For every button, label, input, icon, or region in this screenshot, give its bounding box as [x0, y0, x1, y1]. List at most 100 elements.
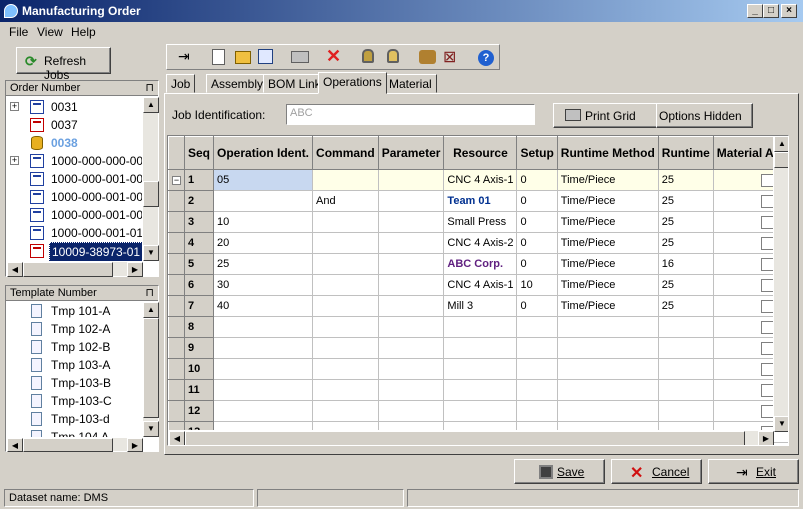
template-item[interactable]: Tmp 101-A	[6, 302, 142, 320]
table-row[interactable]: 11	[168, 379, 788, 401]
param-cell[interactable]	[377, 253, 445, 275]
order-hscroll[interactable]: ◀ ▶	[6, 261, 143, 277]
row-header[interactable]: −	[168, 169, 185, 191]
menu-help[interactable]: Help	[71, 25, 96, 39]
table-row[interactable]: 2 And Team 01 0 Time/Piece 25	[168, 190, 788, 212]
template-item[interactable]: Tmp-103-d	[6, 410, 142, 428]
material-available-checkbox[interactable]	[760, 194, 774, 208]
row-header[interactable]	[168, 232, 185, 254]
save-button[interactable]: Save	[514, 459, 605, 484]
material-available-checkbox[interactable]	[760, 320, 774, 334]
param-cell[interactable]	[377, 358, 445, 380]
exit-button[interactable]: ⇥ Exit	[708, 459, 799, 484]
cancel-button[interactable]: ✕ Cancel	[611, 459, 702, 484]
maximize-button[interactable]: □	[763, 4, 779, 18]
order-item[interactable]: 1000-000-001-010	[6, 224, 142, 242]
template-item[interactable]: Tmp 102-B	[6, 338, 142, 356]
cmd-cell[interactable]	[312, 295, 379, 317]
method-cell[interactable]: Time/Piece	[556, 295, 659, 317]
row-header[interactable]	[168, 274, 185, 296]
order-item[interactable]: 0038	[6, 134, 142, 152]
op-cell[interactable]: 05	[213, 169, 314, 191]
seq-cell[interactable]: 10	[183, 358, 215, 380]
row-header[interactable]	[168, 379, 185, 401]
res-cell[interactable]: CNC 4 Axis-2	[443, 232, 518, 254]
method-cell[interactable]: Time/Piece	[556, 232, 659, 254]
order-item[interactable]: 1000-000-001-001	[6, 170, 142, 188]
tab-assembly[interactable]: Assembly	[206, 74, 269, 93]
row-header[interactable]	[168, 190, 185, 212]
method-cell[interactable]	[556, 337, 659, 359]
param-cell[interactable]	[377, 400, 445, 422]
seq-cell[interactable]: 5	[183, 253, 215, 275]
res-cell[interactable]	[443, 358, 518, 380]
cmd-cell[interactable]: And	[312, 190, 379, 212]
runtime-cell[interactable]	[657, 400, 714, 422]
minimize-button[interactable]: _	[747, 4, 763, 18]
runtime-cell[interactable]	[657, 358, 714, 380]
row-header[interactable]	[168, 295, 185, 317]
param-cell[interactable]	[377, 232, 445, 254]
cmd-cell[interactable]	[312, 379, 379, 401]
order-item-selected[interactable]: 10009-38973-01	[6, 242, 142, 261]
tab-job[interactable]: Job	[166, 74, 196, 93]
runtime-cell[interactable]: 25	[657, 232, 714, 254]
cmd-cell[interactable]	[312, 169, 379, 191]
material-available-checkbox[interactable]	[760, 362, 774, 376]
material-available-checkbox[interactable]	[760, 278, 774, 292]
row-header[interactable]	[168, 400, 185, 422]
op-cell[interactable]: 10	[213, 211, 314, 233]
op-cell[interactable]	[213, 316, 314, 338]
method-cell[interactable]	[556, 379, 659, 401]
seq-cell[interactable]: 6	[183, 274, 215, 296]
col-runtime[interactable]: Runtime	[657, 136, 714, 170]
col-operation-ident[interactable]: Operation Ident.	[213, 136, 314, 170]
setup-cell[interactable]	[516, 400, 558, 422]
runtime-cell[interactable]: 25	[657, 274, 714, 296]
op-cell[interactable]	[213, 358, 314, 380]
table-row[interactable]: 10	[168, 358, 788, 380]
copy-icon[interactable]	[258, 49, 273, 64]
setup-cell[interactable]	[516, 337, 558, 359]
setup-cell[interactable]	[516, 358, 558, 380]
seq-cell[interactable]: 2	[183, 190, 215, 212]
setup-cell[interactable]	[516, 379, 558, 401]
param-cell[interactable]	[377, 169, 445, 191]
col-setup[interactable]: Setup	[516, 136, 558, 170]
table-row[interactable]: 8	[168, 316, 788, 338]
exit-record-icon[interactable]: ⇥	[178, 48, 196, 66]
material-available-checkbox[interactable]	[760, 173, 774, 187]
table-row[interactable]: 5 25 ABC Corp. 0 Time/Piece 16	[168, 253, 788, 275]
runtime-cell[interactable]: 25	[657, 295, 714, 317]
menu-view[interactable]: View	[37, 25, 63, 39]
op-cell[interactable]	[213, 379, 314, 401]
setup-cell[interactable]	[516, 316, 558, 338]
param-cell[interactable]	[377, 274, 445, 296]
method-cell[interactable]: Time/Piece	[556, 211, 659, 233]
runtime-cell[interactable]	[657, 379, 714, 401]
param-cell[interactable]	[377, 316, 445, 338]
res-cell[interactable]	[443, 316, 518, 338]
method-cell[interactable]: Time/Piece	[556, 253, 659, 275]
material-available-checkbox[interactable]	[760, 341, 774, 355]
runtime-cell[interactable]	[657, 316, 714, 338]
row-header[interactable]	[168, 337, 185, 359]
seq-cell[interactable]: 8	[183, 316, 215, 338]
setup-cell[interactable]: 0	[516, 169, 558, 191]
row-header[interactable]	[168, 316, 185, 338]
remove-resources-icon[interactable]: ⊠	[443, 47, 461, 66]
res-cell[interactable]: Mill 3	[443, 295, 518, 317]
cmd-cell[interactable]	[312, 232, 379, 254]
open-folder-icon[interactable]	[235, 51, 251, 64]
res-cell[interactable]: Team 01	[443, 190, 518, 212]
res-cell[interactable]	[443, 337, 518, 359]
setup-cell[interactable]: 0	[516, 190, 558, 212]
menu-file[interactable]: File	[9, 25, 28, 39]
table-row[interactable]: 7 40 Mill 3 0 Time/Piece 25	[168, 295, 788, 317]
runtime-cell[interactable]: 25	[657, 190, 714, 212]
col-seq[interactable]: Seq	[183, 136, 215, 170]
delete-icon[interactable]: ✕	[326, 46, 344, 66]
seq-cell[interactable]: 12	[183, 400, 215, 422]
method-cell[interactable]	[556, 316, 659, 338]
grid-vscroll[interactable]: ▲ ▼	[773, 136, 788, 432]
